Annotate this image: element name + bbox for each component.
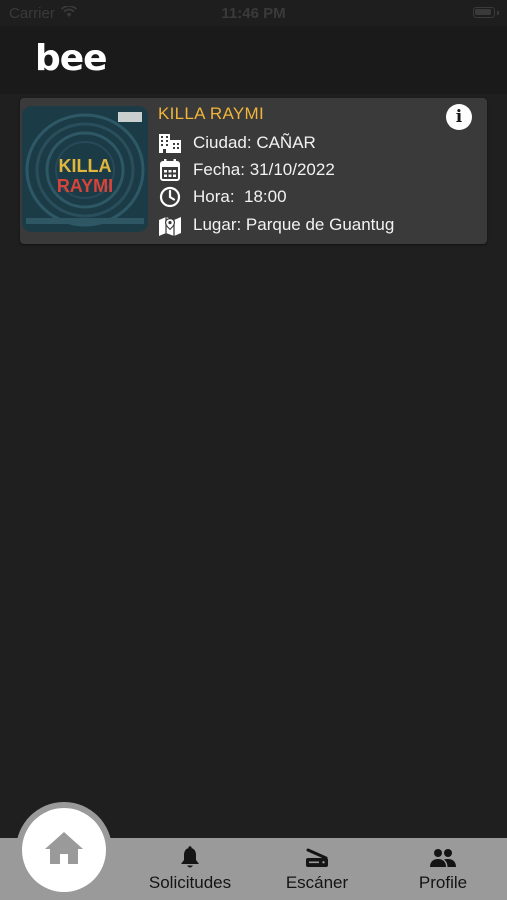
nav-profile[interactable]: Profile bbox=[393, 838, 493, 900]
scanner-icon bbox=[305, 846, 329, 870]
status-bar: Carrier 11:46 PM bbox=[0, 0, 507, 26]
nav-profile-label: Profile bbox=[418, 873, 468, 892]
nav-solicitudes[interactable]: Solicitudes bbox=[140, 838, 240, 900]
nav-escaner-label: Escáner bbox=[285, 873, 349, 892]
people-icon bbox=[429, 846, 457, 870]
event-title: KILLA RAYMI bbox=[158, 104, 264, 123]
app-screen: Carrier 11:46 PM bee KILLA RAYMI KILLA R… bbox=[0, 0, 507, 900]
map-pin-icon bbox=[158, 213, 182, 237]
home-icon bbox=[43, 830, 85, 871]
event-poster: KILLA RAYMI bbox=[22, 106, 148, 232]
battery-tip bbox=[497, 11, 499, 15]
app-header: bee bbox=[0, 26, 507, 94]
calendar-icon bbox=[158, 158, 182, 182]
nav-escaner[interactable]: Escáner bbox=[267, 838, 367, 900]
event-date-row: Fecha: 31/10/2022 bbox=[158, 158, 335, 182]
bee-logo: bee bbox=[35, 38, 108, 79]
clock-icon bbox=[158, 185, 182, 209]
event-place-row: Lugar: Parque de Guantug bbox=[158, 213, 394, 237]
event-time: Hora: 18:00 bbox=[193, 187, 287, 206]
poster-title-line1: KILLA bbox=[59, 156, 112, 176]
city-buildings-icon bbox=[158, 131, 182, 155]
nav-home-button[interactable] bbox=[22, 808, 106, 892]
event-card[interactable]: KILLA RAYMI KILLA RAYMI i Ciudad: CAÑAR … bbox=[20, 98, 487, 244]
info-icon[interactable]: i bbox=[446, 104, 472, 130]
poster-title-line2: RAYMI bbox=[57, 176, 113, 196]
event-city: Ciudad: CAÑAR bbox=[193, 133, 316, 152]
battery-icon bbox=[473, 7, 495, 18]
event-place: Lugar: Parque de Guantug bbox=[193, 215, 395, 234]
event-date: Fecha: 31/10/2022 bbox=[193, 160, 335, 179]
bell-icon bbox=[179, 846, 201, 870]
event-city-row: Ciudad: CAÑAR bbox=[158, 131, 316, 155]
event-time-row: Hora: 18:00 bbox=[158, 185, 287, 209]
nav-solicitudes-label: Solicitudes bbox=[148, 873, 232, 892]
status-time: 11:46 PM bbox=[221, 5, 286, 22]
